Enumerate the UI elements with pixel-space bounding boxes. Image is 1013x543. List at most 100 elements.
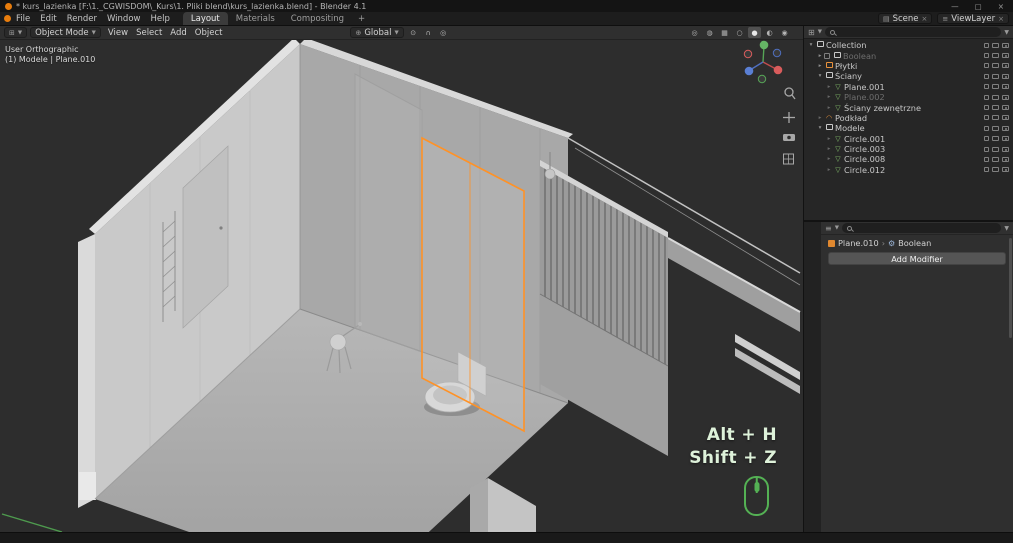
outliner-row[interactable]: ▸Boolean	[804, 50, 1013, 60]
shading-rendered-icon[interactable]: ◉	[778, 27, 791, 38]
transform-pivot-icon[interactable]: ⊙	[407, 27, 420, 38]
properties-editor-icon[interactable]: ≡	[825, 224, 832, 233]
outliner-row[interactable]: ▾Collection	[804, 40, 1013, 50]
viewport-hide-icon[interactable]	[992, 84, 999, 89]
select-toggle-icon[interactable]	[984, 157, 989, 162]
outliner-row[interactable]: ▸Płytki	[804, 61, 1013, 71]
render-hide-icon[interactable]	[1002, 63, 1009, 68]
outliner-search-input[interactable]	[838, 28, 996, 37]
shading-solid-icon[interactable]: ●	[748, 27, 761, 38]
outliner-editor-icon[interactable]: ⊞	[808, 28, 815, 37]
disclosure-icon[interactable]: ▸	[816, 63, 824, 69]
select-toggle-icon[interactable]	[984, 95, 989, 100]
viewport-hide-icon[interactable]	[992, 147, 999, 152]
select-toggle-icon[interactable]	[984, 115, 989, 120]
render-hide-icon[interactable]	[1002, 105, 1009, 110]
scene-clear-icon[interactable]: ×	[922, 15, 928, 23]
viewport-hide-icon[interactable]	[992, 53, 999, 58]
shading-material-icon[interactable]: ◐	[763, 27, 776, 38]
render-hide-icon[interactable]	[1002, 84, 1009, 89]
render-hide-icon[interactable]	[1002, 147, 1009, 152]
select-toggle-icon[interactable]	[984, 43, 989, 48]
disclosure-icon[interactable]: ▸	[825, 167, 833, 173]
orientation-dropdown[interactable]: ⊕ Global ▼	[350, 27, 403, 38]
outliner-row[interactable]: ▸▽Circle.003	[804, 144, 1013, 154]
select-toggle-icon[interactable]	[984, 147, 989, 152]
select-toggle-icon[interactable]	[984, 84, 989, 89]
select-toggle-icon[interactable]	[984, 126, 989, 131]
render-hide-icon[interactable]	[1002, 95, 1009, 100]
menu-edit[interactable]: Edit	[35, 14, 61, 24]
viewport-hide-icon[interactable]	[992, 74, 999, 79]
outliner-row[interactable]: ▸▽Plane.002	[804, 92, 1013, 102]
snap-magnet-icon[interactable]: ∩	[422, 27, 435, 38]
filter-icon[interactable]: ▼	[1004, 225, 1009, 232]
scene-selector[interactable]: ▤ Scene ×	[878, 13, 932, 24]
add-workspace-button[interactable]: +	[352, 14, 371, 24]
select-toggle-icon[interactable]	[984, 53, 989, 58]
select-toggle-icon[interactable]	[984, 105, 989, 110]
disclosure-icon[interactable]: ▾	[807, 42, 815, 48]
breadcrumb-object[interactable]: Plane.010	[838, 238, 879, 248]
outliner-row[interactable]: ▸◠Podkład	[804, 113, 1013, 123]
outliner-search[interactable]	[825, 27, 1001, 37]
viewport-canvas[interactable]	[0, 40, 803, 532]
glass-panel[interactable]	[355, 74, 422, 352]
render-hide-icon[interactable]	[1002, 136, 1009, 141]
camera-view-icon[interactable]	[783, 134, 795, 141]
outliner-row[interactable]: ▸▽Plane.001	[804, 82, 1013, 92]
viewport-menu-add[interactable]: Add	[166, 28, 190, 38]
shading-wireframe-icon[interactable]: ○	[733, 27, 746, 38]
disclosure-icon[interactable]: ▸	[825, 94, 833, 100]
disclosure-icon[interactable]: ▾	[816, 73, 824, 79]
xray-toggle-icon[interactable]: ▦	[718, 27, 731, 38]
properties-search[interactable]	[842, 223, 1001, 233]
outliner-row[interactable]: ▸▽Circle.008	[804, 154, 1013, 164]
minimize-button[interactable]: —	[951, 2, 959, 11]
render-hide-icon[interactable]	[1002, 167, 1009, 172]
exclude-checkbox[interactable]	[824, 53, 830, 59]
show-gizmo-icon[interactable]: ◎	[688, 27, 701, 38]
viewport-hide-icon[interactable]	[992, 95, 999, 100]
disclosure-icon[interactable]: ▸	[825, 105, 833, 111]
overlays-icon[interactable]: ◍	[703, 27, 716, 38]
outliner-row[interactable]: ▾Ściany	[804, 71, 1013, 81]
viewport-hide-icon[interactable]	[992, 167, 999, 172]
viewport-menu-select[interactable]: Select	[132, 28, 166, 38]
menu-file[interactable]: File	[11, 14, 35, 24]
maximize-button[interactable]: ▢	[975, 2, 982, 11]
disclosure-icon[interactable]: ▸	[825, 136, 833, 142]
disclosure-icon[interactable]: ▸	[825, 156, 833, 162]
outliner-row[interactable]: ▸▽Circle.001	[804, 134, 1013, 144]
viewport-3d[interactable]: ⊞ ▼ Object Mode ▼ ViewSelectAddObject ⊕ …	[0, 26, 803, 532]
disclosure-icon[interactable]: ▾	[816, 125, 824, 131]
close-button[interactable]: ×	[998, 2, 1004, 11]
properties-search-input[interactable]	[855, 224, 996, 233]
outliner-row[interactable]: ▸▽Ściany zewnętrzne	[804, 102, 1013, 112]
outliner-row[interactable]: ▸▽Circle.012	[804, 165, 1013, 175]
select-toggle-icon[interactable]	[984, 167, 989, 172]
breadcrumb-modifier[interactable]: Boolean	[898, 238, 931, 248]
disclosure-icon[interactable]: ▸	[825, 146, 833, 152]
scrollbar[interactable]	[1009, 238, 1012, 338]
workspace-tab-materials[interactable]: Materials	[228, 12, 283, 25]
viewlayer-selector[interactable]: ≡ ViewLayer ×	[937, 13, 1009, 24]
add-modifier-button[interactable]: Add Modifier	[828, 252, 1006, 265]
menu-window[interactable]: Window	[102, 14, 146, 24]
viewport-hide-icon[interactable]	[992, 63, 999, 68]
workspace-tab-compositing[interactable]: Compositing	[283, 12, 352, 25]
disclosure-icon[interactable]: ▸	[825, 84, 833, 90]
viewport-menu-object[interactable]: Object	[191, 28, 227, 38]
render-hide-icon[interactable]	[1002, 126, 1009, 131]
select-toggle-icon[interactable]	[984, 74, 989, 79]
filter-icon[interactable]: ▼	[1004, 29, 1009, 36]
render-hide-icon[interactable]	[1002, 157, 1009, 162]
render-hide-icon[interactable]	[1002, 115, 1009, 120]
proportional-editing-icon[interactable]: ◎	[437, 27, 450, 38]
render-hide-icon[interactable]	[1002, 53, 1009, 58]
viewport-hide-icon[interactable]	[992, 157, 999, 162]
outliner-row[interactable]: ▾Modele	[804, 123, 1013, 133]
render-hide-icon[interactable]	[1002, 74, 1009, 79]
viewport-hide-icon[interactable]	[992, 136, 999, 141]
disclosure-icon[interactable]: ▸	[816, 53, 824, 59]
